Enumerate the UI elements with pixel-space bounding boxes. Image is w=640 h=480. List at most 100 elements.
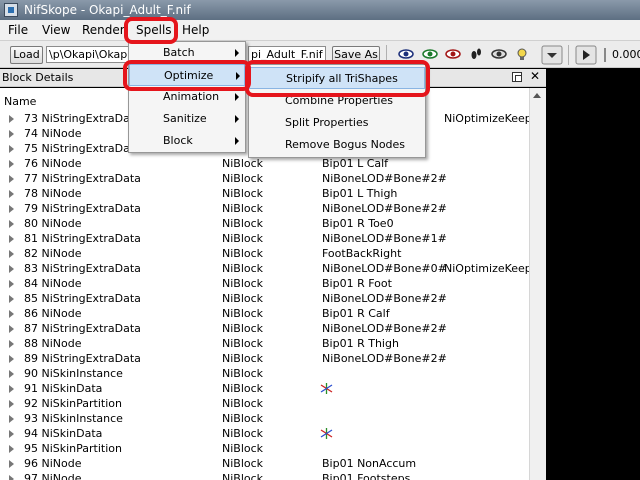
view-dropdown-icon[interactable] <box>541 45 563 65</box>
column-header-name[interactable]: Name <box>4 95 36 108</box>
render-viewport[interactable] <box>546 69 640 480</box>
menu-item-stripify[interactable]: Stripify all TriShapes <box>249 67 425 89</box>
expand-arrow-icon[interactable] <box>9 460 14 468</box>
block-name: 90 NiSkinInstance <box>24 367 123 380</box>
menu-spells[interactable]: Spells <box>136 23 172 39</box>
submenu-arrow-icon <box>235 49 239 57</box>
menu-item-optimize[interactable]: Optimize <box>129 64 245 86</box>
path-field[interactable]: \p\Okapi\Okapi <box>46 46 130 63</box>
expand-arrow-icon[interactable] <box>9 280 14 288</box>
dock-close-icon[interactable]: ✕ <box>530 69 540 83</box>
table-row[interactable]: 96 NiNode NiBlock Bip01 NonAccum <box>0 456 546 471</box>
table-row[interactable]: 94 NiSkinData NiBlock <box>0 426 546 441</box>
expand-arrow-icon[interactable] <box>9 445 14 453</box>
play-icon[interactable] <box>575 45 597 65</box>
expand-arrow-icon[interactable] <box>9 130 14 138</box>
save-as-button[interactable]: Save As <box>332 46 380 64</box>
tree-scrollbar[interactable] <box>529 88 546 480</box>
table-row[interactable]: 93 NiSkinInstance NiBlock <box>0 411 546 426</box>
expand-arrow-icon[interactable] <box>9 325 14 333</box>
eye-icon[interactable] <box>398 47 414 61</box>
menu-item-combine-properties[interactable]: Combine Properties <box>249 90 425 112</box>
table-row[interactable]: 90 NiSkinInstance NiBlock <box>0 366 546 381</box>
expand-arrow-icon[interactable] <box>9 295 14 303</box>
table-row[interactable]: 92 NiSkinPartition NiBlock <box>0 396 546 411</box>
footprint-icon[interactable] <box>468 47 484 61</box>
block-type: NiBlock <box>222 187 264 200</box>
block-type: NiBlock <box>222 217 264 230</box>
expand-arrow-icon[interactable] <box>9 430 14 438</box>
dock-float-icon[interactable] <box>512 72 522 82</box>
menu-item-block[interactable]: Block <box>129 130 245 152</box>
table-row[interactable]: 85 NiStringExtraData NiBlock NiBoneLOD#Bon… <box>0 291 546 306</box>
expand-arrow-icon[interactable] <box>9 160 14 168</box>
table-row[interactable]: 77 NiStringExtraData NiBlock NiBoneLOD#Bon… <box>0 171 546 186</box>
light-bulb-icon[interactable] <box>514 47 530 61</box>
expand-arrow-icon[interactable] <box>9 235 14 243</box>
eye-red-icon[interactable] <box>445 47 461 61</box>
table-row[interactable]: 83 NiStringExtraData NiBlock NiBoneLOD#Bon… <box>0 261 546 276</box>
table-row[interactable]: 76 NiNode NiBlock Bip01 L Calf <box>0 156 546 171</box>
expand-arrow-icon[interactable] <box>9 190 14 198</box>
block-name: 95 NiSkinPartition <box>24 442 123 455</box>
expand-arrow-icon[interactable] <box>9 220 14 228</box>
block-value: Bip01 R Toe0 <box>322 217 394 230</box>
table-row[interactable]: 87 NiStringExtraData NiBlock NiBoneLOD#Bon… <box>0 321 546 336</box>
expand-arrow-icon[interactable] <box>9 250 14 258</box>
expand-arrow-icon[interactable] <box>9 265 14 273</box>
zoom-value[interactable]: 0.000 <box>612 48 640 61</box>
table-row[interactable]: 81 NiStringExtraData NiBlock NiBoneLOD#Bon… <box>0 231 546 246</box>
block-extra: NiOptimizeKeep <box>444 262 532 275</box>
expand-arrow-icon[interactable] <box>9 115 14 123</box>
block-value: Bip01 NonAccum <box>322 457 417 470</box>
menu-help[interactable]: Help <box>182 23 209 39</box>
expand-arrow-icon[interactable] <box>9 340 14 348</box>
block-type: NiBlock <box>222 262 264 275</box>
expand-arrow-icon[interactable] <box>9 415 14 423</box>
menu-item-animation[interactable]: Animation <box>129 86 245 108</box>
table-row[interactable]: 80 NiNode NiBlock Bip01 R Toe0 <box>0 216 546 231</box>
menu-view[interactable]: View <box>42 23 70 39</box>
expand-arrow-icon[interactable] <box>9 145 14 153</box>
expand-arrow-icon[interactable] <box>9 475 14 480</box>
expand-arrow-icon[interactable] <box>9 175 14 183</box>
table-row[interactable]: 84 NiNode NiBlock Bip01 R Foot <box>0 276 546 291</box>
table-row[interactable]: 78 NiNode NiBlock Bip01 L Thigh <box>0 186 546 201</box>
table-row[interactable]: 89 NiStringExtraData NiBlock NiBoneLOD#Bon… <box>0 351 546 366</box>
table-row[interactable]: 88 NiNode NiBlock Bip01 R Thigh <box>0 336 546 351</box>
load-button[interactable]: Load <box>10 46 43 64</box>
expand-arrow-icon[interactable] <box>9 370 14 378</box>
expand-arrow-icon[interactable] <box>9 385 14 393</box>
expand-arrow-icon[interactable] <box>9 310 14 318</box>
eye-dark-icon[interactable] <box>491 47 507 61</box>
toolbar-separator <box>386 45 387 65</box>
block-name: 83 NiStringExtraData <box>24 262 141 275</box>
time-slider-icon[interactable] <box>600 45 610 65</box>
table-row[interactable]: 95 NiSkinPartition NiBlock <box>0 441 546 456</box>
expand-arrow-icon[interactable] <box>9 205 14 213</box>
menu-item-split-properties[interactable]: Split Properties <box>249 112 425 134</box>
menu-item-remove-bogus-nodes[interactable]: Remove Bogus Nodes <box>249 134 425 156</box>
block-value: NiBoneLOD#Bone#2# <box>322 172 447 185</box>
menu-item-batch[interactable]: Batch <box>129 42 245 64</box>
block-type: NiBlock <box>222 352 264 365</box>
table-row[interactable]: 97 NiNode NiBlock Bip01 Footsteps <box>0 471 546 480</box>
block-value: Bip01 R Foot <box>322 277 392 290</box>
menu-item-sanitize[interactable]: Sanitize <box>129 108 245 130</box>
submenu-arrow-icon <box>235 115 239 123</box>
table-row[interactable]: 86 NiNode NiBlock Bip01 R Calf <box>0 306 546 321</box>
table-row[interactable]: 82 NiNode NiBlock FootBackRight <box>0 246 546 261</box>
expand-arrow-icon[interactable] <box>9 400 14 408</box>
block-name: 85 NiStringExtraData <box>24 292 141 305</box>
table-row[interactable]: 91 NiSkinData NiBlock <box>0 381 546 396</box>
block-name: 73 NiStringExtraData <box>24 112 141 125</box>
scroll-up-icon[interactable] <box>533 93 541 98</box>
menu-file[interactable]: File <box>8 23 28 39</box>
eye-green-icon[interactable] <box>422 47 438 61</box>
expand-arrow-icon[interactable] <box>9 355 14 363</box>
table-row[interactable]: 79 NiStringExtraData NiBlock NiBoneLOD#Bon… <box>0 201 546 216</box>
menu-render[interactable]: Render <box>82 23 125 39</box>
block-type: NiBlock <box>222 397 264 410</box>
file-name-field[interactable]: pi_Adult_F.nif <box>248 46 326 63</box>
block-type: NiBlock <box>222 367 264 380</box>
